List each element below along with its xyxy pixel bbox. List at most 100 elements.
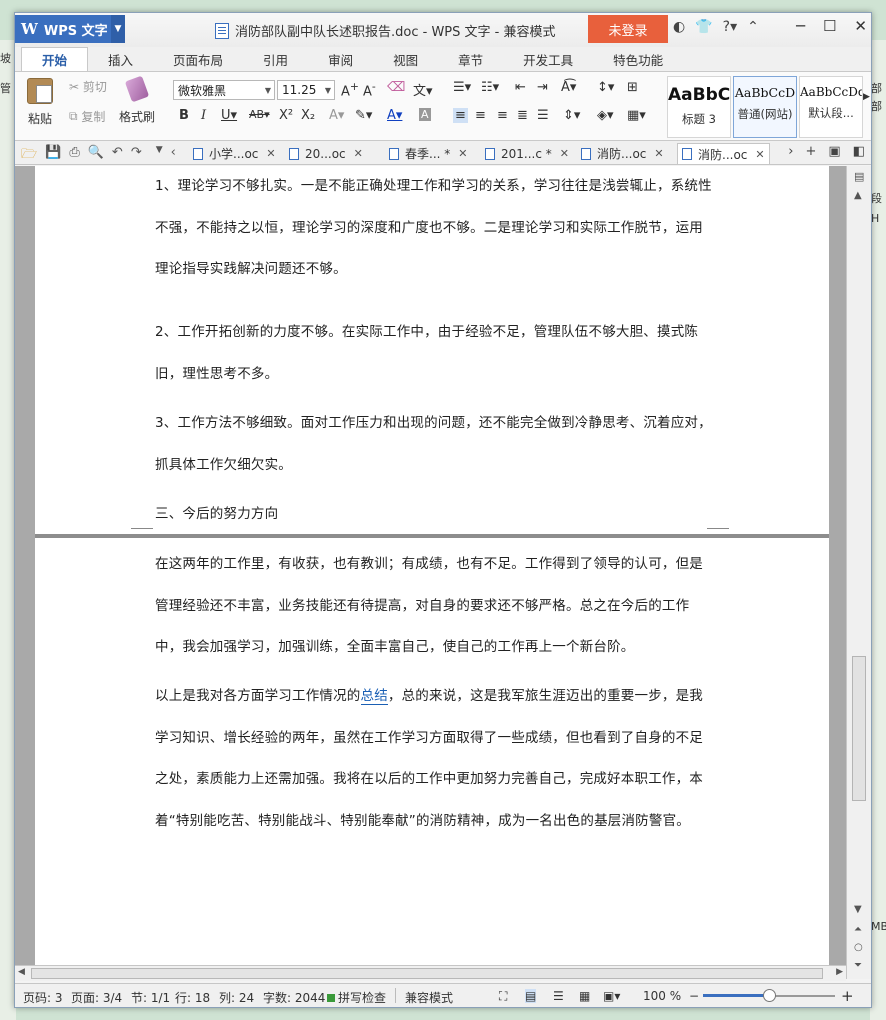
paragraph-shading-icon[interactable]: ◈▾ [597, 108, 614, 123]
new-tab-icon[interactable]: + [806, 144, 817, 159]
numbered-list-icon[interactable]: ☷▾ [481, 80, 499, 95]
scroll-right-icon[interactable]: ▶ [836, 967, 843, 977]
page-view-icon[interactable]: ▤ [525, 989, 537, 1003]
scroll-styles-icon[interactable]: ▶ [863, 92, 870, 102]
login-button[interactable]: 未登录 [588, 15, 668, 43]
close-icon[interactable]: ✕ [560, 147, 569, 160]
doc-tab[interactable]: 小学...oc ✕ [193, 143, 276, 164]
scroll-down-icon[interactable]: ▼ [854, 904, 862, 915]
help-icon[interactable]: ?▾ [723, 19, 737, 35]
chinese-layout-icon[interactable]: A͡▾ [561, 80, 576, 95]
superscript-icon[interactable]: X² [279, 108, 293, 123]
maximize-icon[interactable]: ☐ [823, 17, 836, 35]
app-menu-button[interactable]: W WPS 文字 ▼ [15, 15, 125, 43]
redo-icon[interactable]: ↷ [131, 145, 142, 167]
doc-tab-active[interactable]: 消防...oc ✕ [677, 143, 770, 164]
minimize-icon[interactable]: ─ [796, 17, 805, 35]
spellcheck-toggle[interactable]: 拼写检查 [327, 989, 386, 1006]
tab-view[interactable]: 视图 [373, 47, 438, 71]
fullscreen-icon[interactable]: ⛶ [499, 989, 507, 1004]
align-left-icon[interactable]: ≡ [453, 108, 468, 123]
doc-tab[interactable]: 201...c * ✕ [485, 143, 569, 164]
save-icon[interactable]: 💾 [45, 145, 61, 167]
close-icon[interactable]: ✕ [654, 147, 663, 160]
undo-icon[interactable]: ↶ [112, 145, 123, 167]
doc-tab[interactable]: 20...oc ✕ [289, 143, 363, 164]
tab-page-layout[interactable]: 页面布局 [153, 47, 243, 71]
italic-icon[interactable]: I [201, 108, 206, 123]
scroll-up-icon[interactable]: ▲ [854, 190, 862, 201]
close-icon[interactable]: ✕ [458, 147, 467, 160]
distribute-icon[interactable]: ☰ [537, 108, 549, 123]
status-word-count[interactable]: 字数: 2044 [263, 989, 325, 1006]
chevron-down-icon[interactable]: ▼ [111, 15, 125, 43]
zoom-level[interactable]: 100 % [643, 989, 681, 1003]
tab-references[interactable]: 引用 [243, 47, 308, 71]
align-right-icon[interactable]: ≡ [497, 108, 508, 123]
decrease-indent-icon[interactable]: ⇤ [515, 80, 526, 95]
tab-features[interactable]: 特色功能 [593, 47, 683, 71]
align-center-icon[interactable]: ≡ [475, 108, 486, 123]
border-icon[interactable]: ▦▾ [627, 108, 646, 123]
tab-chapter[interactable]: 章节 [438, 47, 503, 71]
scroll-thumb[interactable] [852, 656, 866, 801]
style-default-paragraph[interactable]: AaBbCcDd 默认段... [799, 76, 863, 138]
outline-view-icon[interactable]: ☰ [553, 989, 564, 1003]
line-spacing-icon[interactable]: ⇕▾ [563, 108, 580, 123]
chevron-down-icon[interactable]: ▼ [156, 145, 163, 167]
vertical-scrollbar[interactable]: ▤ ▲ ▼ ⏶ ○ ⏷ [846, 166, 871, 979]
tabs-next-icon[interactable]: › [788, 144, 793, 159]
shirt-icon[interactable]: 👕 [695, 19, 712, 35]
tab-developer[interactable]: 开发工具 [503, 47, 593, 71]
font-size-select[interactable]: 11.25 ▼ [277, 80, 335, 100]
document-canvas[interactable]: 1、理论学习不够扎实。一是不能正确处理工作和学习的关系，学习往往是浅尝辄止，系统… [15, 166, 855, 979]
tab-list-icon[interactable]: ▣ [828, 144, 840, 159]
clear-format-icon[interactable]: ⌫ [387, 80, 405, 95]
scroll-left-icon[interactable]: ◀ [18, 967, 25, 977]
print-preview-icon[interactable]: 🔍 [88, 145, 104, 167]
scroll-thumb[interactable] [31, 968, 823, 979]
style-heading3[interactable]: AaBbC 标题 3 [667, 76, 731, 138]
justify-icon[interactable]: ≣ [517, 108, 528, 123]
sort-icon[interactable]: ↕▾ [597, 80, 614, 95]
reading-view-icon[interactable]: ▣▾ [603, 989, 620, 1003]
collapse-ribbon-icon[interactable]: ⌃ [747, 19, 759, 35]
text-effect-icon[interactable]: A▾ [329, 108, 344, 123]
paste-button[interactable]: 粘贴 [27, 78, 53, 127]
tab-review[interactable]: 审阅 [308, 47, 373, 71]
close-icon[interactable]: ✕ [755, 148, 764, 161]
phonetic-icon[interactable]: 文▾ [413, 80, 433, 99]
increase-indent-icon[interactable]: ⇥ [537, 80, 548, 95]
skin-icon[interactable]: ◐ [673, 19, 685, 35]
web-view-icon[interactable]: ▦ [579, 989, 590, 1003]
sidebar-toggle-icon[interactable]: ◧ [853, 144, 865, 159]
bullet-list-icon[interactable]: ☰▾ [453, 80, 471, 95]
underline-icon[interactable]: U▾ [221, 108, 237, 123]
style-normal-web[interactable]: AaBbCcD 普通(网站) [733, 76, 797, 138]
strikethrough-icon[interactable]: AB▾ [249, 108, 270, 121]
zoom-slider-knob[interactable] [763, 989, 776, 1002]
hyperlink[interactable]: 总结 [360, 688, 388, 705]
bold-icon[interactable]: B [179, 108, 189, 123]
browse-object-icon[interactable]: ○ [854, 942, 863, 953]
zoom-in-icon[interactable]: + [841, 987, 854, 1005]
tab-home[interactable]: 开始 [21, 47, 89, 71]
horizontal-scrollbar[interactable]: ◀ ▶ [15, 965, 846, 981]
print-icon[interactable]: ⎙ [69, 145, 79, 167]
copy-button[interactable]: ⧉ 复制 [69, 108, 105, 125]
subscript-icon[interactable]: X₂ [301, 108, 315, 123]
prev-page-icon[interactable]: ⏶ [854, 924, 862, 935]
format-painter-button[interactable]: 格式刷 [119, 75, 155, 125]
font-name-select[interactable]: 微软雅黑 ▼ [173, 80, 275, 100]
cut-button[interactable]: ✂ 剪切 [69, 78, 107, 95]
close-icon[interactable]: ✕ [854, 17, 867, 35]
tabs-prev-icon[interactable]: ‹ [171, 145, 176, 167]
font-color-icon[interactable]: A▾ [387, 108, 402, 123]
shrink-font-icon[interactable]: A- [363, 80, 376, 99]
grow-font-icon[interactable]: A+ [341, 80, 359, 99]
tab-insert[interactable]: 插入 [88, 47, 153, 71]
doc-tab[interactable]: 春季... * ✕ [389, 143, 467, 164]
zoom-out-icon[interactable]: − [689, 989, 699, 1003]
highlight-icon[interactable]: ✎▾ [355, 108, 372, 123]
char-shading-icon[interactable]: A [419, 108, 431, 121]
